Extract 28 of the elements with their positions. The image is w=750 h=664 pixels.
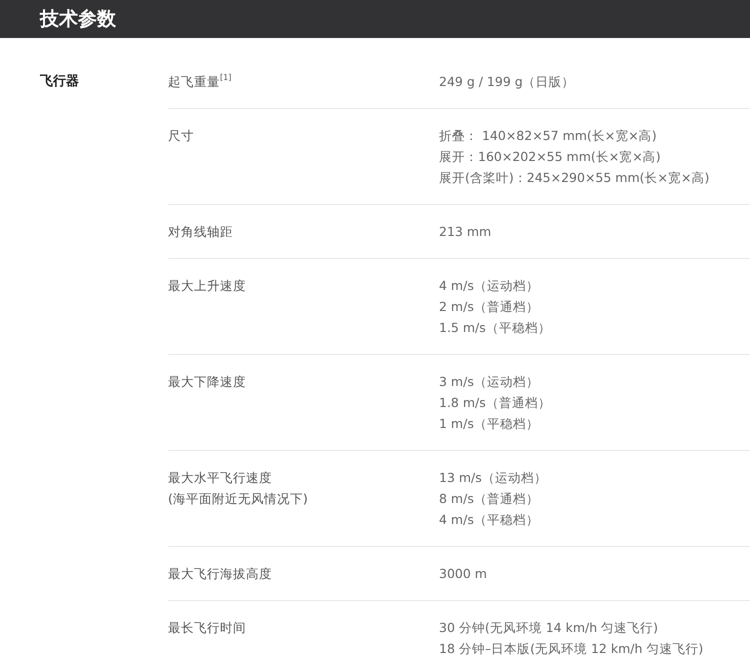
spec-value: 1.8 m/s（普通档） — [439, 394, 551, 412]
spec-value: 3 m/s（运动档） — [439, 373, 539, 391]
spec-value: 18 分钟–日本版(无风环境 12 km/h 匀速飞行) — [439, 640, 704, 658]
spec-value: 1 m/s（平稳档） — [439, 415, 539, 433]
spec-label: 最大上升速度 — [168, 277, 246, 295]
spec-value: 2 m/s（普通档） — [439, 298, 539, 316]
spec-label: 最长飞行时间 — [168, 619, 246, 637]
spec-value: 13 m/s（运动档） — [439, 469, 547, 487]
spec-value: 249 g / 199 g（日版） — [439, 73, 575, 91]
spec-value: 213 mm — [439, 223, 492, 241]
spec-value: 折叠： 140×82×57 mm(长×宽×高) — [439, 127, 657, 145]
spec-value: 1.5 m/s（平稳档） — [439, 319, 551, 337]
page-title: 技术参数 — [40, 7, 116, 32]
spec-label: 起飞重量$^{[1]}$ — [168, 72, 232, 91]
spec-value: 4 m/s（运动档） — [439, 277, 539, 295]
spec-label: (海平面附近无风情况下) — [168, 490, 308, 508]
spec-label: 对角线轴距 — [168, 223, 233, 241]
spec-value: 展开：160×202×55 mm(长×宽×高) — [439, 148, 661, 166]
spec-value: 展开(含桨叶)：245×290×55 mm(长×宽×高) — [439, 169, 710, 187]
spec-value: 30 分钟(无风环境 14 km/h 匀速飞行) — [439, 619, 658, 637]
spec-label: 最大下降速度 — [168, 373, 246, 391]
spec-label: 尺寸 — [168, 127, 194, 145]
section-title: 飞行器 — [39, 73, 80, 91]
spec-value: 3000 m — [439, 565, 487, 583]
spec-label: 最大飞行海拔高度 — [168, 565, 272, 583]
spec-value: 8 m/s（普通档） — [439, 490, 539, 508]
spec-value: 4 m/s（平稳档） — [439, 511, 539, 529]
spec-label: 最大水平飞行速度 — [168, 469, 272, 487]
